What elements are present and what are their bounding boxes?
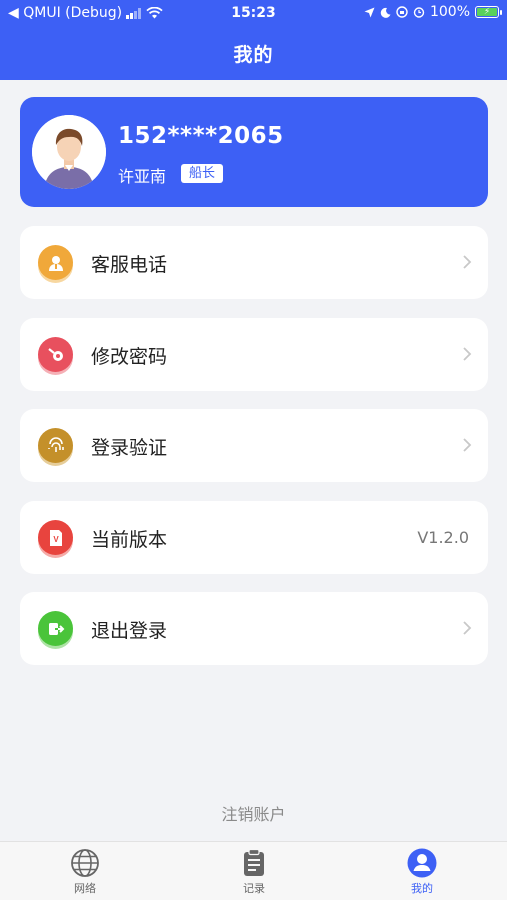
cancel-account-link[interactable]: 注销账户 (0, 801, 507, 825)
logout-icon (38, 611, 73, 646)
globe-icon (71, 849, 99, 877)
tab-mine[interactable]: 我的 (372, 848, 472, 898)
chevron-right-icon (463, 621, 472, 635)
menu-item-change-password[interactable]: 修改密码 (20, 318, 488, 391)
role-badge: 船长 (181, 164, 224, 183)
chevron-right-icon (463, 438, 472, 452)
header: ◀ QMUI (Debug) 15:23 100% ⚡ 我的 (0, 0, 507, 80)
profile-card[interactable]: 152****2065 许亚南 船长 (20, 97, 488, 207)
battery-icon: ⚡ (475, 6, 502, 18)
menu-label: 客服电话 (91, 254, 168, 276)
page-title: 我的 (233, 44, 274, 66)
menu-label: 登录验证 (91, 437, 168, 459)
location-icon (364, 7, 375, 17)
moon-icon (380, 7, 391, 18)
version-icon: V (38, 520, 73, 555)
person-avatar-icon (32, 115, 106, 189)
tab-records[interactable]: 记录 (204, 848, 304, 898)
menu-item-customer-service[interactable]: 客服电话 (20, 226, 488, 299)
tab-label: 记录 (243, 882, 265, 895)
profile-phone: 152****2065 (118, 123, 284, 149)
tab-label: 我的 (411, 882, 433, 895)
clipboard-icon (244, 848, 264, 876)
alarm-icon (413, 7, 425, 18)
menu-item-current-version[interactable]: V 当前版本 V1.2.0 (20, 501, 488, 574)
profile-name: 许亚南 (118, 167, 167, 186)
menu-label: 当前版本 (91, 529, 168, 551)
avatar[interactable] (32, 115, 106, 189)
chevron-right-icon (463, 255, 472, 269)
svg-text:V: V (53, 535, 59, 544)
customer-service-icon (38, 245, 73, 280)
menu-label: 退出登录 (91, 620, 168, 642)
status-bar: ◀ QMUI (Debug) 15:23 100% ⚡ (0, 0, 507, 28)
chevron-right-icon (463, 347, 472, 361)
fingerprint-icon (38, 428, 73, 463)
menu-item-login-verification[interactable]: 登录验证 (20, 409, 488, 482)
user-icon (407, 848, 437, 878)
tab-network[interactable]: 网络 (35, 848, 135, 898)
tab-label: 网络 (74, 882, 96, 895)
version-value: V1.2.0 (417, 528, 469, 547)
battery-percent: 100% (429, 4, 470, 20)
rotation-lock-icon (396, 6, 408, 18)
key-icon (38, 337, 73, 372)
tab-bar: 网络 记录 我的 (0, 841, 507, 900)
menu-label: 修改密码 (91, 346, 168, 368)
menu-item-logout[interactable]: 退出登录 (20, 592, 488, 665)
